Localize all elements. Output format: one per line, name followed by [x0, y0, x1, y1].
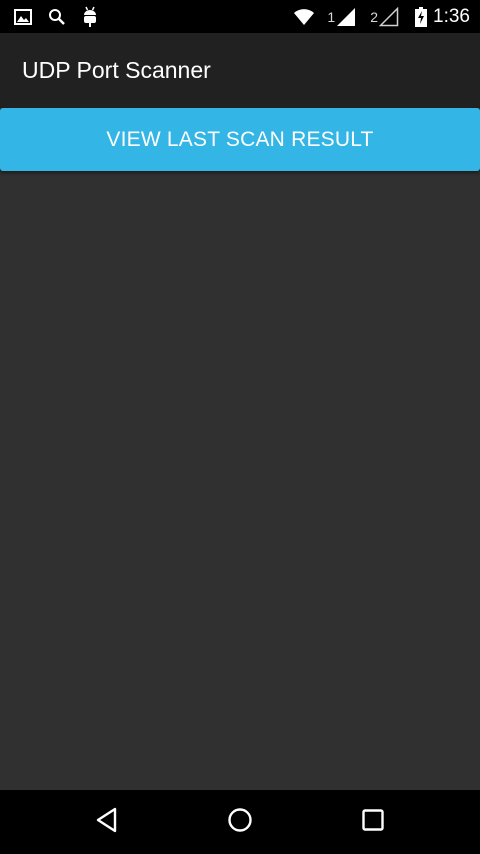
- app-title: UDP Port Scanner: [22, 57, 211, 83]
- main-content: VIEW LAST SCAN RESULT: [0, 108, 480, 790]
- status-clock: 1:36: [433, 5, 470, 27]
- home-icon: [227, 807, 253, 838]
- status-notifications: [14, 6, 114, 28]
- search-icon: [48, 8, 66, 26]
- nav-recents-button[interactable]: [351, 800, 395, 844]
- action-bar: UDP Port Scanner: [0, 33, 480, 108]
- view-last-scan-result-button[interactable]: VIEW LAST SCAN RESULT: [0, 108, 480, 171]
- battery-charging-icon: [415, 6, 428, 27]
- nav-back-button[interactable]: [85, 800, 129, 844]
- recents-icon: [361, 808, 385, 837]
- back-icon: [95, 807, 119, 838]
- gallery-icon: [14, 8, 32, 25]
- sim1-label: 1: [327, 8, 336, 25]
- signal-sim2-icon: [379, 6, 399, 27]
- android-debug-icon: [82, 6, 98, 28]
- sim2-label: 2: [370, 8, 379, 25]
- screen: 1 2 1:36 UDP Port Scanner VIEW LAST SCAN…: [0, 0, 480, 854]
- navigation-bar: [0, 790, 480, 854]
- status-system-icons: 1 2 1:36: [293, 6, 470, 28]
- nav-home-button[interactable]: [218, 800, 262, 844]
- status-bar: 1 2 1:36: [0, 0, 480, 33]
- signal-sim1-icon: [336, 7, 356, 27]
- wifi-icon: [293, 8, 315, 26]
